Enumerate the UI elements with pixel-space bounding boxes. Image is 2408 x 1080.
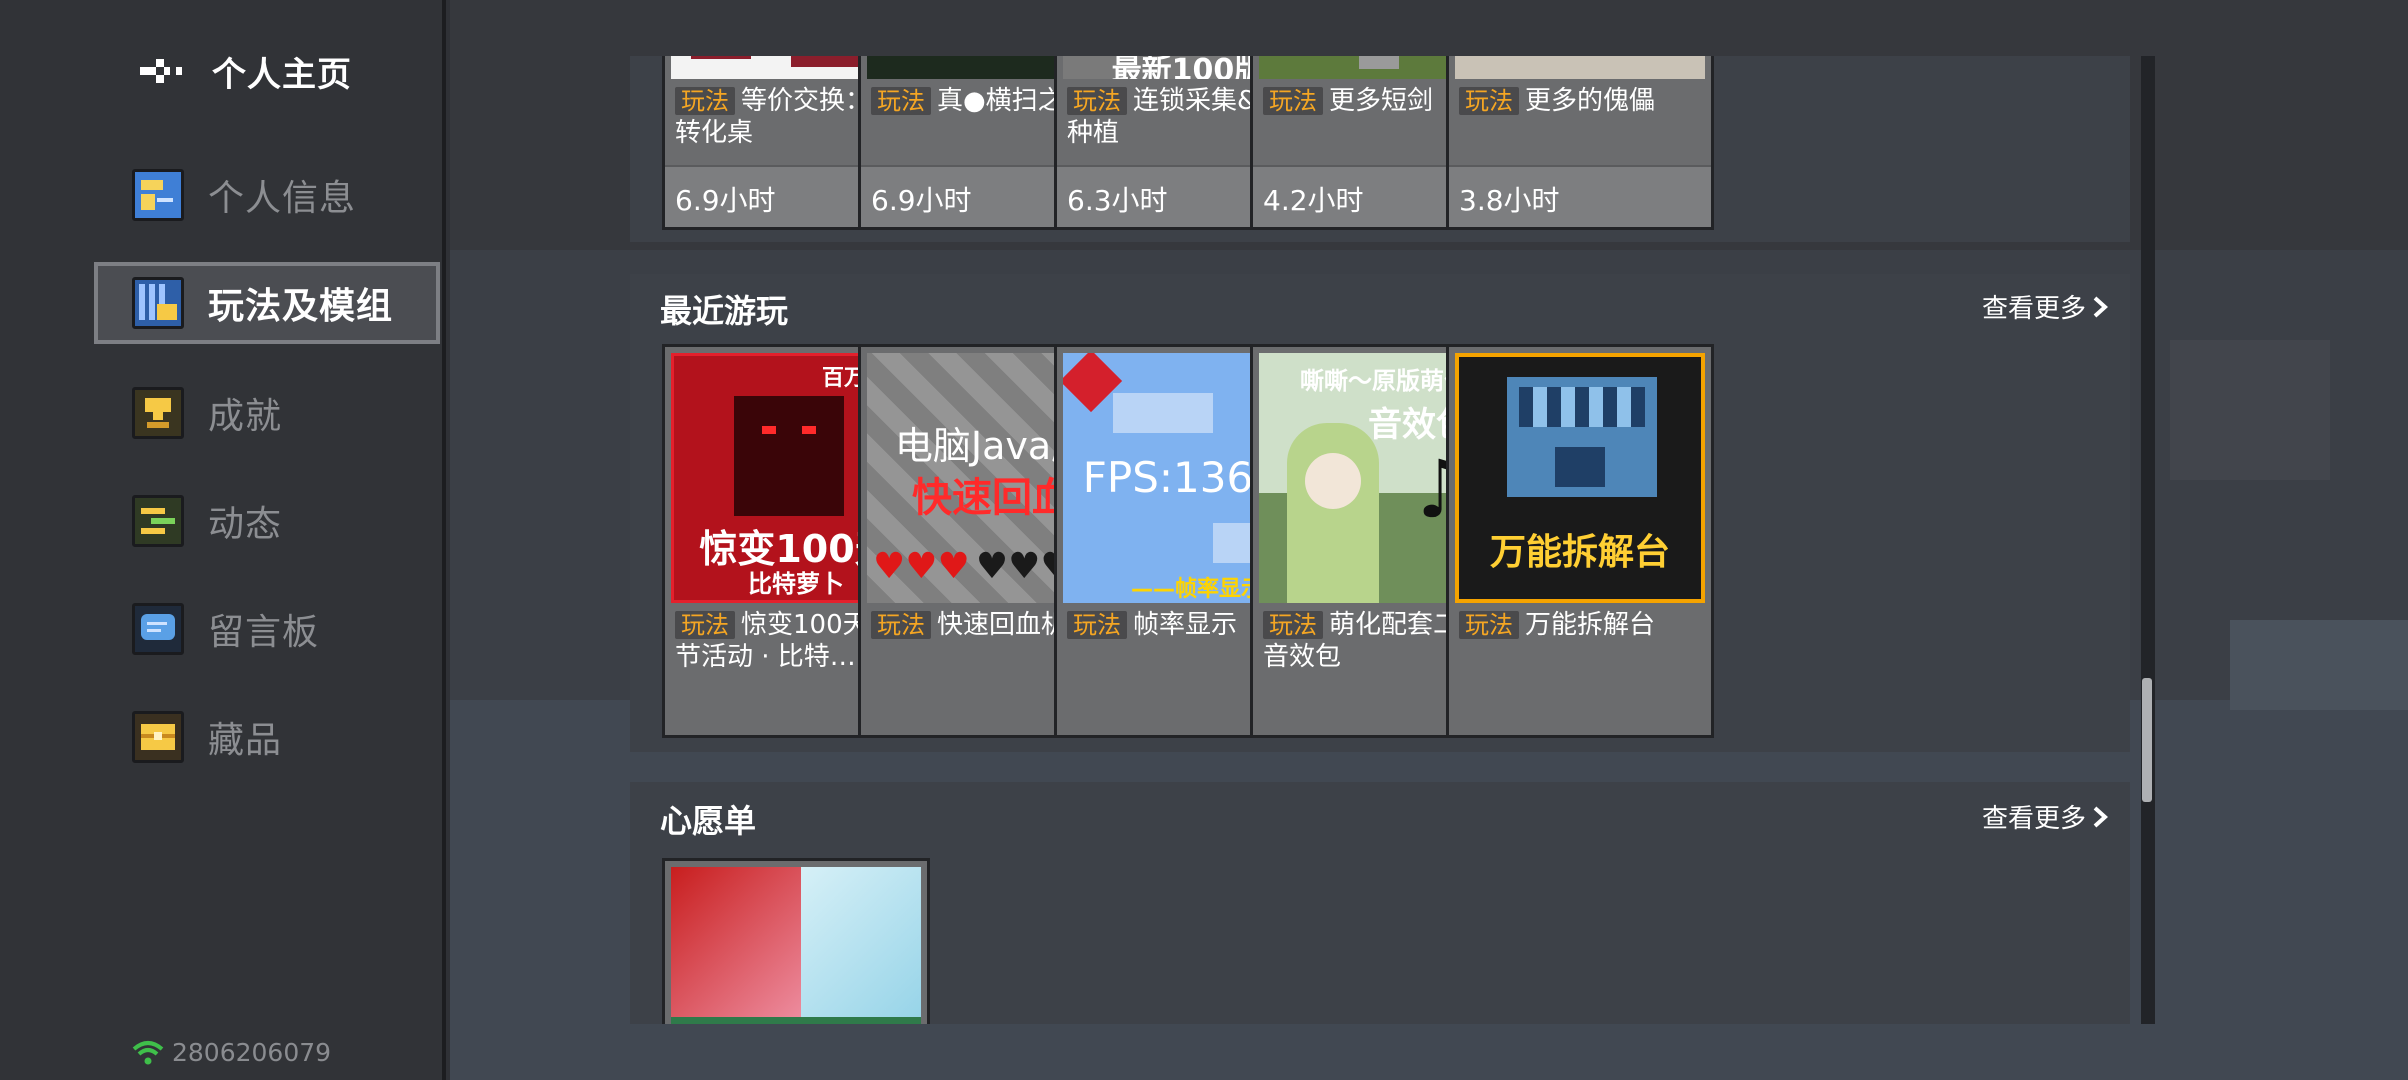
category-tag: 玩法	[1263, 611, 1323, 639]
play-hours: 4.2小时	[1263, 184, 1364, 217]
category-tag: 玩法	[1067, 87, 1127, 115]
play-hours: 6.9小时	[871, 184, 972, 217]
wishlist-section: 心愿单 查看更多	[630, 782, 2130, 1024]
recent-section: 最近游玩 查看更多 百万付费 惊变100天 比特萝卜 玩法惊变100天 · 春节…	[630, 274, 2130, 752]
mod-thumbnail	[1455, 56, 1705, 79]
category-tag: 玩法	[871, 611, 931, 639]
category-tag: 玩法	[1263, 87, 1323, 115]
category-tag: 玩法	[1067, 611, 1127, 639]
sidebar-item-label: 玩法及模组	[208, 286, 394, 327]
category-tag: 玩法	[1459, 611, 1519, 639]
category-tag: 玩法	[1459, 87, 1519, 115]
sidebar: 个人主页 个人信息 玩法及模组 成就 动态 留言板 藏品 2806206079	[0, 0, 446, 1080]
sidebar-item-feed[interactable]: 动态	[94, 480, 440, 562]
section-title-recent: 最近游玩	[660, 292, 789, 330]
network-status: 2806206079	[132, 1038, 331, 1067]
played-mods-section: 玩法 等价交换：便携转化桌 6.9小时 玩法 真●横扫之刃 6.9小时 最新100版…	[630, 56, 2130, 242]
sidebar-item-achievements[interactable]: 成就	[94, 372, 440, 454]
sidebar-header[interactable]: 个人主页	[140, 46, 352, 96]
page-title: 个人主页	[212, 54, 352, 95]
see-more-recent-link[interactable]: 查看更多	[1982, 288, 2110, 325]
wishlist-mod-card[interactable]	[662, 858, 930, 1024]
sidebar-item-label: 成就	[208, 396, 283, 437]
sidebar-item-label: 动态	[208, 504, 283, 545]
chest-icon	[132, 711, 184, 763]
recent-mod-card[interactable]: 万能拆解台 玩法 万能拆解台	[1446, 344, 1714, 738]
sidebar-item-message-board[interactable]: 留言板	[94, 588, 440, 670]
mod-thumbnail: 万能拆解台	[1455, 353, 1705, 603]
scrollbar-thumb[interactable]	[2142, 678, 2152, 802]
section-title-wishlist: 心愿单	[660, 802, 757, 840]
play-hours: 3.8小时	[1459, 184, 1560, 217]
play-hours: 6.3小时	[1067, 184, 1168, 217]
category-tag: 玩法	[675, 87, 735, 115]
content-scroll-area[interactable]: 玩法 等价交换：便携转化桌 6.9小时 玩法 真●横扫之刃 6.9小时 最新100版…	[630, 56, 2130, 1024]
category-tag: 玩法	[675, 611, 735, 639]
sidebar-item-collection[interactable]: 藏品	[94, 696, 440, 778]
chevron-right-icon	[2093, 806, 2108, 827]
scrollbar-track[interactable]	[2141, 56, 2155, 1024]
category-tag: 玩法	[871, 87, 931, 115]
back-arrow-icon[interactable]	[140, 53, 190, 89]
wifi-icon	[132, 1040, 164, 1064]
mods-grid-icon	[132, 277, 184, 329]
sidebar-item-label: 个人信息	[208, 178, 357, 219]
network-id: 2806206079	[172, 1038, 332, 1067]
card-footer: 3.8小时	[1449, 165, 1711, 227]
mod-title: 玩法 更多的傀儡	[1459, 85, 1707, 117]
mod-card[interactable]: 玩法 更多的傀儡 3.8小时	[1446, 56, 1714, 230]
play-hours: 6.9小时	[675, 184, 776, 217]
message-board-icon	[132, 603, 184, 655]
see-more-wishlist-link[interactable]: 查看更多	[1982, 798, 2110, 835]
sidebar-item-mods[interactable]: 玩法及模组	[94, 262, 440, 344]
trophy-icon	[132, 387, 184, 439]
profile-card-icon	[132, 169, 184, 221]
chevron-right-icon	[2093, 296, 2108, 317]
mod-title: 玩法 万能拆解台	[1459, 609, 1707, 641]
sidebar-item-label: 留言板	[208, 612, 320, 653]
sidebar-item-label: 藏品	[208, 720, 283, 761]
mod-thumbnail	[671, 867, 921, 1024]
feed-icon	[132, 495, 184, 547]
sidebar-item-profile[interactable]: 个人信息	[94, 154, 440, 236]
